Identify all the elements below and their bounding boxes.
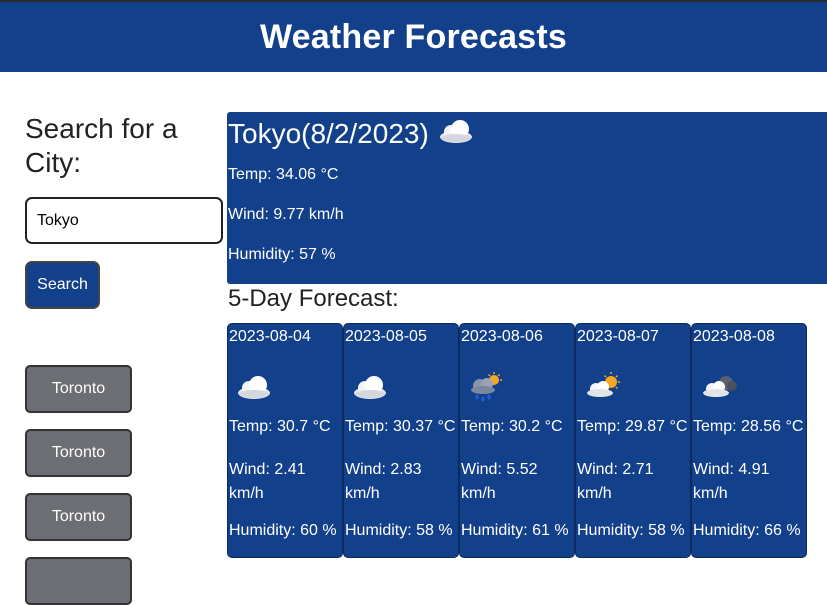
forecast-wind: Wind: 5.52 km/h: [461, 461, 538, 502]
cloud-icon: [437, 116, 475, 151]
forecast-date: 2023-08-07: [577, 328, 659, 345]
search-heading: Search for a City:: [25, 113, 178, 178]
forecast-temp: Temp: 30.37 °C: [345, 418, 456, 435]
current-weather-card: Tokyo(8/2/2023) Temp: 34.06 °C Wind: 9.7…: [227, 112, 827, 284]
current-temp: Temp: 34.06 °C: [228, 166, 339, 183]
forecast-temp: Temp: 29.87 °C: [577, 418, 688, 435]
history-button-toronto[interactable]: Toronto: [25, 429, 132, 477]
rain-sun-icon: [467, 372, 505, 407]
cloud-icon: [235, 372, 273, 405]
forecast-humidity: Humidity: 58 %: [345, 522, 453, 539]
current-city-date: Tokyo(8/2/2023): [228, 117, 429, 149]
forecast-card: 2023-08-04 Temp: 30.7 °C Wind: 2.41 km/h…: [227, 323, 343, 558]
current-weather-title: Tokyo(8/2/2023): [228, 116, 475, 151]
current-wind: Wind: 9.77 km/h: [228, 206, 344, 223]
forecast-wind: Wind: 2.83 km/h: [345, 461, 422, 502]
forecast-humidity: Humidity: 58 %: [577, 522, 685, 539]
history-button-toronto[interactable]: Toronto: [25, 365, 132, 413]
forecast-card: 2023-08-06 Temp: 30.2 °C Wind: 5.52 km/h…: [459, 323, 575, 558]
forecast-wind: Wind: 2.41 km/h: [229, 461, 306, 502]
search-button[interactable]: Search: [25, 261, 100, 309]
forecast-temp: Temp: 28.56 °C: [693, 418, 804, 435]
forecast-wind: Wind: 2.71 km/h: [577, 461, 654, 502]
forecast-humidity: Humidity: 61 %: [461, 522, 569, 539]
city-search-input[interactable]: [25, 197, 223, 244]
current-humidity: Humidity: 57 %: [228, 246, 336, 263]
forecast-date: 2023-08-04: [229, 328, 311, 345]
partly-sunny-icon: [583, 372, 623, 405]
forecast-date: 2023-08-06: [461, 328, 543, 345]
forecast-heading: 5-Day Forecast:: [228, 285, 399, 312]
forecast-card: 2023-08-05 Temp: 30.37 °C Wind: 2.83 km/…: [343, 323, 459, 558]
forecast-wind: Wind: 4.91 km/h: [693, 461, 770, 502]
cloud-icon: [351, 372, 389, 405]
forecast-date: 2023-08-08: [693, 328, 775, 345]
forecast-date: 2023-08-05: [345, 328, 427, 345]
forecast-temp: Temp: 30.7 °C: [229, 418, 331, 435]
page-title: Weather Forecasts: [259, 17, 567, 56]
forecast-card: 2023-08-07 Temp: 29.87 °C Wind: 2.71 km/…: [575, 323, 691, 558]
forecast-temp: Temp: 30.2 °C: [461, 418, 563, 435]
forecast-humidity: Humidity: 66 %: [693, 522, 801, 539]
forecast-card: 2023-08-08 Temp: 28.56 °C Wind: 4.91 km/…: [691, 323, 807, 558]
forecast-humidity: Humidity: 60 %: [229, 522, 337, 539]
history-button[interactable]: [25, 557, 132, 605]
history-button-toronto[interactable]: Toronto: [25, 493, 132, 541]
dark-cloud-icon: [699, 372, 739, 405]
page-header: Weather Forecasts: [0, 0, 827, 72]
